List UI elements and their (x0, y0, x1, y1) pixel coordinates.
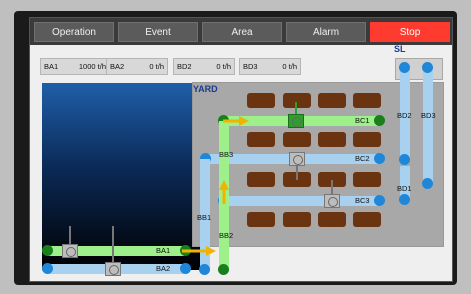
reclaimer-bc2[interactable] (289, 152, 305, 166)
reclaimer-bc3[interactable] (324, 194, 340, 208)
belt-label-bc3: BC3 (355, 196, 370, 205)
tab-event[interactable]: Event (118, 22, 198, 42)
belt-end-dot (374, 195, 385, 206)
readout-label: BA1 (44, 62, 59, 71)
stacker-ba1[interactable] (62, 244, 78, 258)
belt-label-bd1: BD1 (397, 184, 412, 193)
belt-label-ba2: BA2 (156, 264, 171, 273)
stockpile[interactable] (318, 212, 346, 227)
flow-arrow-right-icon (223, 116, 249, 126)
belt-bd3[interactable] (423, 66, 433, 183)
readout-ba1: BA1 1000 t/h (40, 58, 110, 75)
belt-label-bb1: BB1 (197, 213, 212, 222)
reclaimer-arm (296, 166, 298, 180)
hmi-screen: Operation Event Area Alarm Stop BA1 1000… (29, 17, 453, 282)
stop-button[interactable]: Stop (370, 22, 450, 42)
belt-label-bd3: BD3 (421, 111, 436, 120)
stockpile[interactable] (283, 93, 311, 108)
stockpile[interactable] (247, 172, 275, 187)
stockpile[interactable] (283, 212, 311, 227)
stacker-ba2[interactable] (105, 262, 121, 276)
readout-value: 0 t/h (149, 62, 164, 71)
tab-operation[interactable]: Operation (34, 22, 114, 42)
tripper-bc1[interactable] (288, 114, 304, 128)
reclaimer-wheel (293, 155, 303, 165)
stacker-arm (69, 226, 71, 244)
belt-end-dot (422, 62, 433, 73)
tripper-arm (295, 102, 297, 114)
belt-label-bc1: BC1 (355, 116, 370, 125)
reclaimer-arm (331, 180, 333, 194)
camera-view (42, 83, 206, 270)
stacker-wheel (66, 247, 76, 257)
belt-end-dot (399, 154, 410, 165)
flow-arrow-up-icon (219, 180, 229, 204)
stacker-arm (112, 226, 114, 262)
readout-value: 0 t/h (216, 62, 231, 71)
stockpile[interactable] (283, 132, 311, 147)
tripper-wheel (292, 117, 302, 127)
readout-ba2: BA2 0 t/h (106, 58, 168, 75)
stockpile[interactable] (247, 93, 275, 108)
yard-title: YARD (193, 84, 218, 94)
readout-bd3: BD3 0 t/h (239, 58, 301, 75)
belt-label-bb3: BB3 (219, 150, 234, 159)
belt-label-ba1: BA1 (156, 246, 171, 255)
belt-end-dot (399, 62, 410, 73)
belt-end-dot (374, 153, 385, 164)
belt-end-dot (218, 264, 229, 275)
belt-label-bd2: BD2 (397, 111, 412, 120)
readout-label: BD3 (243, 62, 258, 71)
stockpile[interactable] (247, 212, 275, 227)
belt-end-dot (374, 115, 385, 126)
belt-end-dot (422, 178, 433, 189)
readout-label: BA2 (110, 62, 125, 71)
tab-bar: Operation Event Area Alarm Stop (30, 18, 452, 45)
readout-value: 1000 t/h (78, 62, 106, 71)
sl-title: SL (394, 44, 406, 54)
reclaimer-wheel (328, 197, 338, 207)
stockpile[interactable] (353, 93, 381, 108)
stockpile[interactable] (353, 172, 381, 187)
tab-area[interactable]: Area (202, 22, 282, 42)
tab-alarm[interactable]: Alarm (286, 22, 366, 42)
stacker-wheel (109, 265, 119, 275)
stockpile[interactable] (318, 93, 346, 108)
belt-label-bb2: BB2 (219, 231, 234, 240)
belt-end-dot (42, 245, 53, 256)
stockpile[interactable] (318, 132, 346, 147)
readout-value: 0 t/h (282, 62, 297, 71)
belt-end-dot (399, 194, 410, 205)
stockpile[interactable] (247, 132, 275, 147)
belt-end-dot (180, 263, 191, 274)
belt-label-bc2: BC2 (355, 154, 370, 163)
belt-end-dot (199, 264, 210, 275)
stockpile[interactable] (353, 132, 381, 147)
readout-label: BD2 (177, 62, 192, 71)
belt-end-dot (42, 263, 53, 274)
stockpile[interactable] (353, 212, 381, 227)
readout-bd2: BD2 0 t/h (173, 58, 235, 75)
flow-arrow-right-icon (182, 246, 216, 256)
